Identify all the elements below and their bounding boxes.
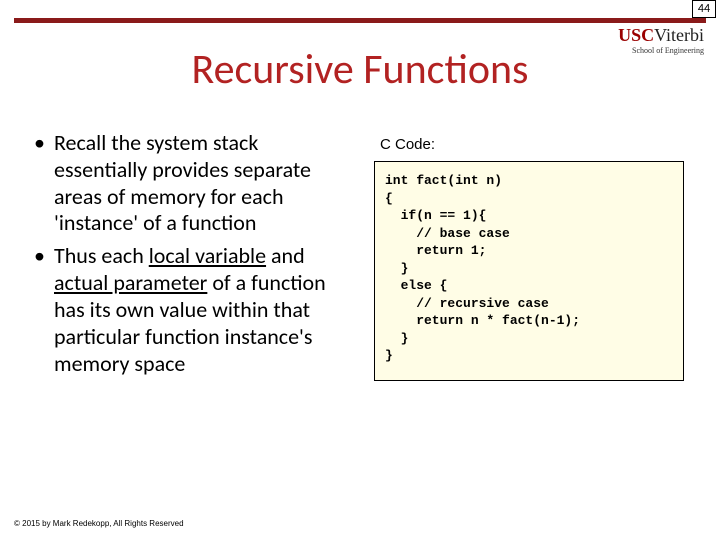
page-number: 44: [692, 0, 716, 18]
slide: 44 USCViterbi School of Engineering Recu…: [0, 0, 720, 540]
code-column: C Code: int fact(int n) { if(n == 1){ //…: [374, 130, 684, 383]
bullet-text: Recall the system stack essentially prov…: [54, 129, 311, 236]
code-label: C Code:: [380, 136, 684, 153]
bullet-text-mid: and: [266, 242, 305, 269]
header-rule: [14, 18, 706, 23]
bullet-text-underline: local variable: [149, 242, 266, 269]
slide-body: Recall the system stack essentially prov…: [34, 130, 700, 383]
bullet-text-prefix: Thus each: [54, 242, 149, 269]
bullet-text-underline: actual parameter: [54, 269, 207, 296]
bullet-item: Recall the system stack essentially prov…: [34, 130, 354, 237]
slide-title: Recursive Functions: [0, 44, 720, 95]
logo-usc-text: USC: [618, 25, 654, 45]
code-box: int fact(int n) { if(n == 1){ // base ca…: [374, 161, 684, 381]
bullet-list: Recall the system stack essentially prov…: [34, 130, 354, 383]
copyright-text: © 2015 by Mark Redekopp, All Rights Rese…: [14, 519, 184, 528]
logo-viterbi-text: Viterbi: [654, 25, 704, 45]
bullet-item: Thus each local variable and actual para…: [34, 243, 354, 377]
